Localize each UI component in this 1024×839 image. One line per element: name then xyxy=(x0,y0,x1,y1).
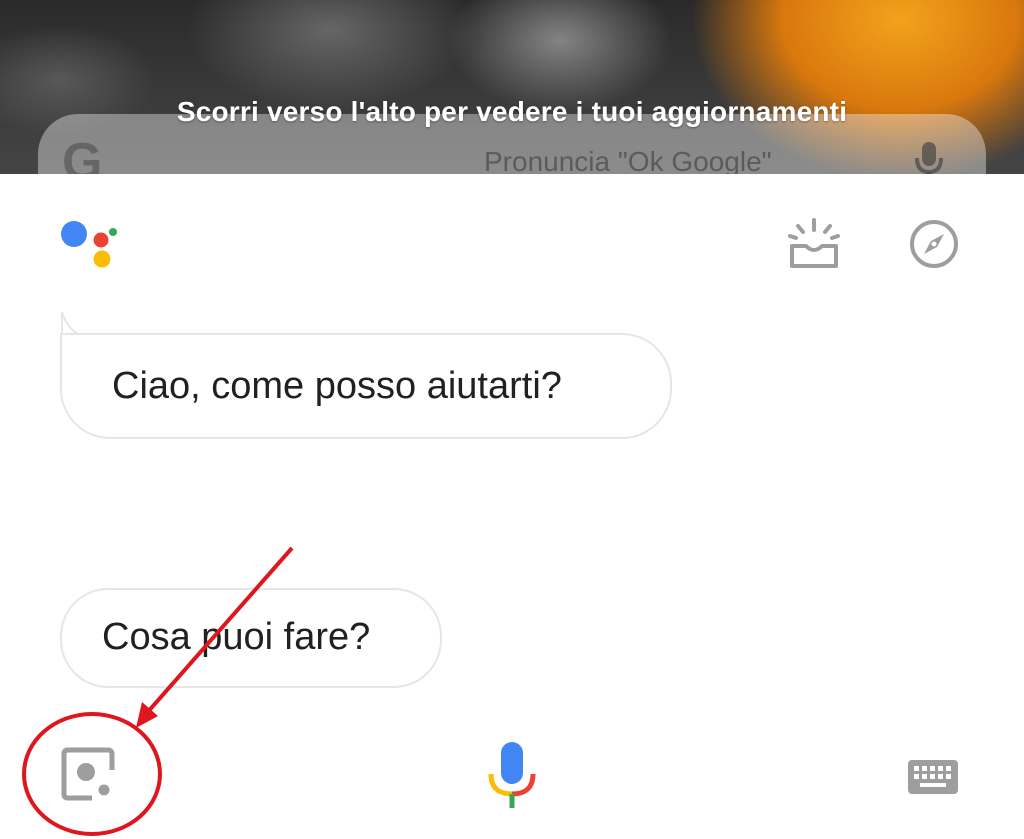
swipe-up-hint: Scorri verso l'alto per vedere i tuoi ag… xyxy=(176,96,848,127)
mic-icon[interactable] xyxy=(486,740,538,815)
google-g-logo: G xyxy=(62,133,103,174)
search-mic-icon[interactable] xyxy=(912,140,946,174)
assistant-greeting-text: Ciao, come posso aiutarti? xyxy=(112,365,562,407)
explore-compass-icon[interactable] xyxy=(908,218,960,275)
suggestion-chip[interactable]: Cosa puoi fare? xyxy=(60,588,442,688)
keyboard-icon[interactable] xyxy=(906,758,960,801)
wallpaper-background: G Pronuncia "Ok Google" Scorri verso l'a… xyxy=(0,0,1024,174)
annotation-circle xyxy=(22,712,162,836)
suggestion-chip-label: Cosa puoi fare? xyxy=(102,616,371,658)
google-assistant-logo xyxy=(60,220,120,270)
search-placeholder: Pronuncia "Ok Google" xyxy=(484,146,772,174)
snapshot-icon[interactable] xyxy=(786,216,842,275)
assistant-greeting-bubble: Ciao, come posso aiutarti? xyxy=(60,333,672,439)
